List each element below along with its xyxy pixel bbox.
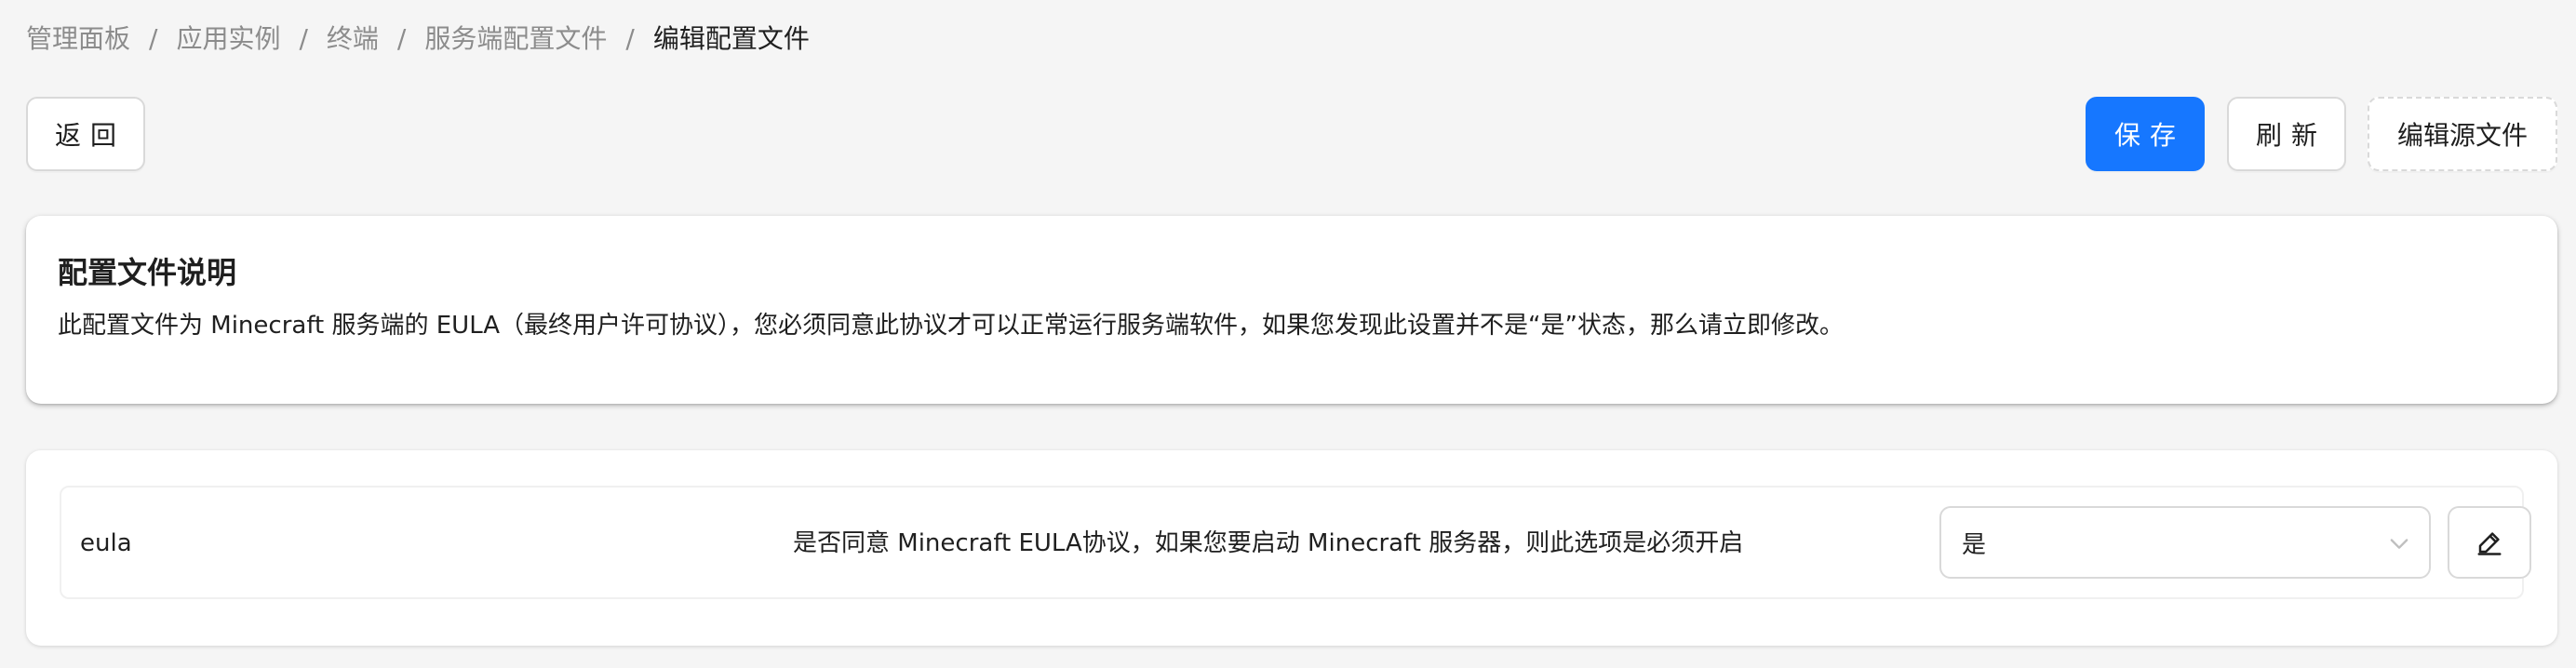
back-button[interactable]: 返回 [26, 97, 145, 171]
save-button[interactable]: 保存 [2086, 97, 2205, 171]
description-title: 配置文件说明 [58, 255, 237, 290]
config-key: eula [80, 529, 132, 557]
config-list-card: eula 是否同意 Minecraft EULA协议，如果您要启动 Minecr… [26, 450, 2557, 646]
edit-icon [2477, 532, 2502, 555]
breadcrumb-item-instances[interactable]: 应用实例 [176, 20, 280, 58]
breadcrumb-item-terminal[interactable]: 终端 [327, 20, 379, 58]
config-description: 是否同意 Minecraft EULA协议，如果您要启动 Minecraft 服… [793, 529, 1744, 557]
breadcrumb: 管理面板 / 应用实例 / 终端 / 服务端配置文件 / 编辑配置文件 [26, 20, 810, 58]
breadcrumb-separator: / [625, 23, 635, 54]
page: 管理面板 / 应用实例 / 终端 / 服务端配置文件 / 编辑配置文件 返回 保… [0, 0, 2576, 668]
description-text: 此配置文件为 Minecraft 服务端的 EULA（最终用户许可协议），您必须… [58, 312, 1845, 340]
select-value: 是 [1962, 530, 1987, 559]
eula-value-select[interactable]: 是 [1939, 506, 2431, 579]
edit-source-button[interactable]: 编辑源文件 [2368, 97, 2557, 171]
chevron-down-icon [2390, 539, 2408, 549]
config-description-card: 配置文件说明 此配置文件为 Minecraft 服务端的 EULA（最终用户许可… [26, 216, 2557, 404]
refresh-button[interactable]: 刷新 [2227, 97, 2346, 171]
breadcrumb-separator: / [299, 23, 308, 54]
breadcrumb-separator: / [149, 23, 158, 54]
breadcrumb-separator: / [396, 23, 407, 54]
edit-value-button[interactable] [2448, 506, 2531, 579]
breadcrumb-item-dashboard[interactable]: 管理面板 [26, 20, 130, 58]
config-row-eula: eula 是否同意 Minecraft EULA协议，如果您要启动 Minecr… [60, 486, 2531, 599]
breadcrumb-item-edit-config: 编辑配置文件 [652, 23, 810, 54]
breadcrumb-item-server-config[interactable]: 服务端配置文件 [424, 20, 607, 58]
